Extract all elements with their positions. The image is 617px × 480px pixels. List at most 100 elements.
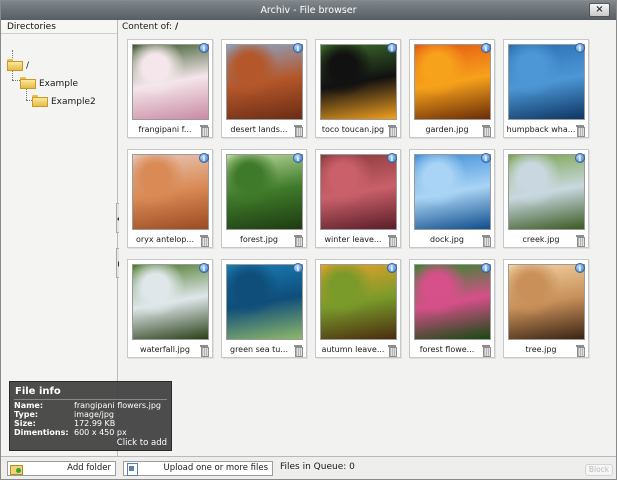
click-to-add-hint[interactable]: Click to add [117,438,167,448]
file-thumbnail[interactable]: i toco toucan.jpg [315,39,401,138]
current-path: / [175,22,179,32]
info-icon[interactable]: i [575,153,585,163]
file-name: dock.jpg [430,235,464,244]
file-info-value: image/jpg [74,410,114,419]
queue-count: 0 [349,462,355,472]
info-icon[interactable]: i [199,43,209,53]
creek-photo[interactable] [508,154,585,230]
file-name: green sea tu... [229,345,289,354]
trash-icon[interactable] [294,125,303,137]
file-info-row: Dimentions: 600 x 450 px [14,428,167,437]
info-icon[interactable]: i [293,263,303,273]
file-info-key: Type: [14,410,39,419]
file-name: creek.jpg [522,235,560,244]
directories-header: Directories [1,20,117,34]
file-name: waterfall.jpg [140,345,190,354]
file-thumbnail[interactable]: i frangipani f... [127,39,213,138]
tree-item-example[interactable]: Example [20,77,78,91]
info-icon[interactable]: i [199,153,209,163]
trash-icon[interactable] [388,125,397,137]
file-name: oryx antelop... [135,235,195,244]
info-icon[interactable]: i [387,43,397,53]
file-thumbnail[interactable]: i tree.jpg [503,259,589,358]
file-thumbnail[interactable]: i garden.jpg [409,39,495,138]
toucan-photo[interactable] [320,44,397,120]
tree-item-root[interactable]: / [7,59,29,73]
trash-icon[interactable] [294,345,303,357]
forest-photo[interactable] [226,154,303,230]
waterfall-photo[interactable] [132,264,209,340]
trash-icon[interactable] [576,235,585,247]
trash-icon[interactable] [482,235,491,247]
trash-icon[interactable] [482,125,491,137]
file-name: autumn leave... [321,345,385,354]
trash-icon[interactable] [388,345,397,357]
file-thumbnail[interactable]: i autumn leave... [315,259,401,358]
file-thumbnail[interactable]: i waterfall.jpg [127,259,213,358]
file-thumbnail[interactable]: i dock.jpg [409,149,495,248]
info-icon[interactable]: i [293,153,303,163]
window-title: Archiv - File browser [260,5,357,16]
file-thumbnail[interactable]: i green sea tu... [221,259,307,358]
file-thumbnail[interactable]: i desert lands... [221,39,307,138]
info-icon[interactable]: i [481,263,491,273]
content-pane: Content of: / i frangipani f... i desert lan… [119,20,616,456]
flowers-photo[interactable] [132,44,209,120]
file-name: toco toucan.jpg [321,125,385,134]
info-icon[interactable]: i [199,263,209,273]
whale-photo[interactable] [508,44,585,120]
trash-icon[interactable] [576,345,585,357]
garden-photo[interactable] [414,44,491,120]
oryx-photo[interactable] [132,154,209,230]
file-thumbnail[interactable]: i forest.jpg [221,149,307,248]
file-info-title: File info [15,386,61,397]
file-thumbnail[interactable]: i forest flowe... [409,259,495,358]
upload-button[interactable]: Upload one or more files [123,461,273,476]
info-icon[interactable]: i [481,43,491,53]
add-folder-icon [10,463,23,475]
trash-icon[interactable] [200,235,209,247]
info-icon[interactable]: i [481,153,491,163]
tree-item-example2[interactable]: Example2 [32,95,96,109]
forest-flowers-photo[interactable] [414,264,491,340]
trash-icon[interactable] [388,235,397,247]
trash-icon[interactable] [294,235,303,247]
info-icon[interactable]: i [293,43,303,53]
queue-status: Files in Queue: 0 [280,461,355,474]
leaves-photo[interactable] [320,154,397,230]
dock-photo[interactable] [414,154,491,230]
trash-icon[interactable] [200,345,209,357]
trash-icon[interactable] [576,125,585,137]
desert-photo[interactable] [226,44,303,120]
close-button[interactable]: × [589,3,610,17]
file-name: humpback wha... [506,125,576,134]
file-name: forest flowe... [419,345,475,354]
file-thumbnail[interactable]: i winter leave... [315,149,401,248]
trash-icon[interactable] [482,345,491,357]
status-bar: Add folder Upload one or more files File… [1,456,616,479]
file-thumbnail[interactable]: i humpback wha... [503,39,589,138]
autumn-photo[interactable] [320,264,397,340]
trash-icon[interactable] [200,125,209,137]
file-thumbnail[interactable]: i oryx antelop... [127,149,213,248]
add-folder-label: Add folder [67,463,111,473]
info-icon[interactable]: i [575,43,585,53]
info-icon[interactable]: i [387,263,397,273]
file-info-value: frangipani flowers.jpg [74,401,161,410]
file-info-row: Size: 172.99 KB [14,419,167,428]
content-label: Content of: [122,22,173,32]
folder-icon [32,95,48,107]
block-button[interactable]: Block [585,464,613,476]
folder-icon [7,59,23,71]
file-info-key: Name: [14,401,44,410]
file-name: garden.jpg [425,125,469,134]
add-folder-button[interactable]: Add folder [7,461,116,476]
file-thumbnail[interactable]: i creek.jpg [503,149,589,248]
tree-item-label: Example2 [51,97,96,107]
upload-label: Upload one or more files [163,463,269,473]
file-name: frangipani f... [138,125,192,134]
info-icon[interactable]: i [575,263,585,273]
info-icon[interactable]: i [387,153,397,163]
turtle-photo[interactable] [226,264,303,340]
tree-photo[interactable] [508,264,585,340]
